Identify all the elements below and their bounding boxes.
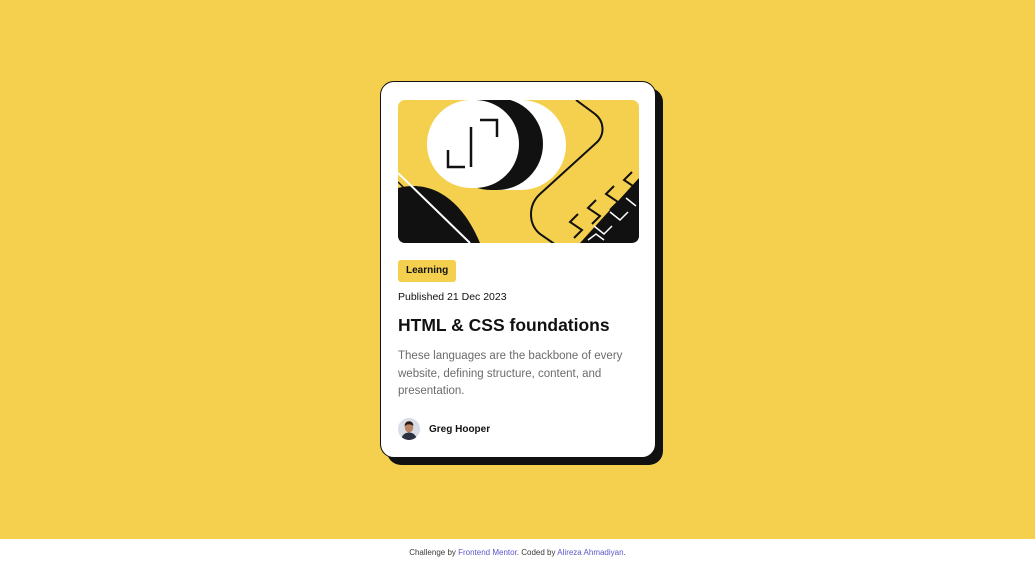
frontend-mentor-link[interactable]: Frontend Mentor bbox=[458, 548, 517, 557]
card-description: These languages are the backbone of ever… bbox=[398, 350, 623, 397]
category-tag: Learning bbox=[398, 260, 457, 282]
author-link[interactable]: Alireza Ahmadiyan bbox=[557, 548, 623, 557]
attribution-suffix: . bbox=[623, 548, 626, 557]
illustration-article bbox=[398, 100, 639, 243]
attribution-prefix: Challenge by bbox=[409, 548, 459, 557]
author-avatar bbox=[398, 418, 420, 440]
author-name: Greg Hooper bbox=[429, 423, 491, 435]
card-title[interactable]: HTML & CSS foundations bbox=[398, 315, 610, 336]
author-info: Greg Hooper bbox=[398, 417, 490, 441]
publish-date: Published 21 Dec 2023 bbox=[398, 291, 507, 303]
attribution-footer: Challenge by Frontend Mentor. Coded by A… bbox=[0, 539, 1035, 565]
blog-preview-card: Learning Published 21 Dec 2023 HTML & CS… bbox=[380, 81, 656, 458]
page-background: Learning Published 21 Dec 2023 HTML & CS… bbox=[0, 0, 1035, 539]
attribution-middle: . Coded by bbox=[516, 548, 558, 557]
